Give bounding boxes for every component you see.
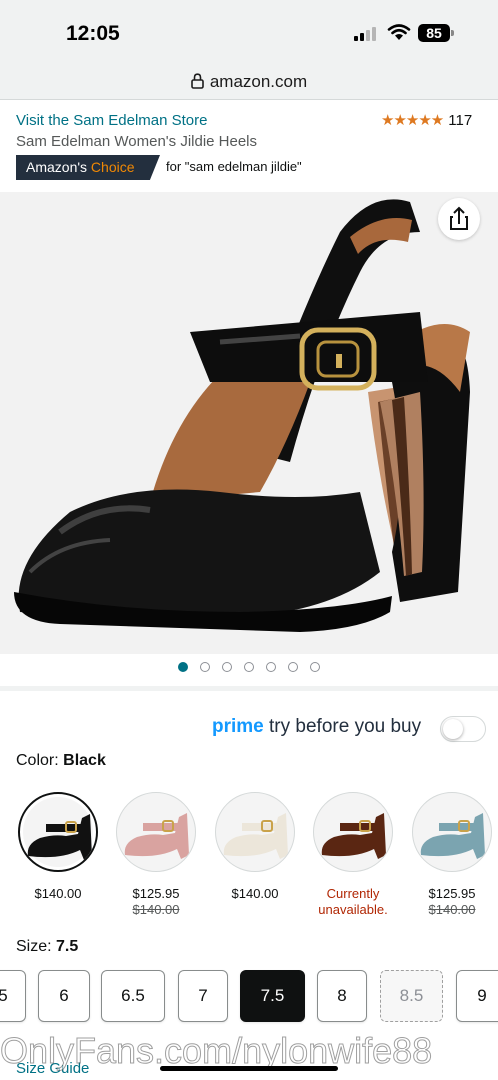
product-image <box>14 199 470 632</box>
store-link[interactable]: Visit the Sam Edelman Store <box>16 112 207 129</box>
status-bar: 12:05 85 <box>0 0 498 60</box>
battery-icon: 85 <box>418 24 450 42</box>
color-swatch-brown[interactable] <box>313 792 393 872</box>
size-option-7[interactable]: 7 <box>178 970 228 1022</box>
share-button[interactable] <box>438 198 480 240</box>
gallery-dot[interactable] <box>200 662 210 672</box>
share-icon <box>450 206 468 230</box>
size-option-8-5[interactable]: 8.5 <box>380 970 443 1022</box>
list-price: $140.00 <box>428 902 476 917</box>
home-indicator[interactable] <box>160 1066 338 1071</box>
badge-text: Amazon's Choice <box>26 159 135 175</box>
size-option-6[interactable]: 6 <box>38 970 90 1022</box>
price-value: $140.00 <box>34 886 82 901</box>
lock-icon <box>191 73 204 89</box>
url-text: amazon.com <box>209 72 308 91</box>
shoe-thumbnail <box>124 813 189 859</box>
badge-choice: Choice <box>90 159 135 175</box>
toggle-knob <box>443 719 463 739</box>
color-label: Color: Black <box>16 752 106 770</box>
size-option-9[interactable]: 9 <box>456 970 498 1022</box>
browser-url-bar[interactable]: amazon.com <box>0 60 498 100</box>
product-image-gallery[interactable] <box>0 192 498 654</box>
color-swatch-pink[interactable] <box>116 792 196 872</box>
clock: 12:05 <box>66 22 120 45</box>
gallery-dot[interactable] <box>244 662 254 672</box>
section-divider <box>0 686 498 691</box>
size-label-text: Size: <box>16 938 52 955</box>
list-price: $140.00 <box>132 902 180 917</box>
prime-try-toggle[interactable] <box>440 716 486 742</box>
rating-summary[interactable]: ★★★★★ 117 <box>381 111 472 129</box>
shoe-thumbnail <box>27 814 92 860</box>
size-option-6-5[interactable]: 6.5 <box>101 970 165 1022</box>
gallery-pagination <box>0 662 498 672</box>
price-value: Currently unavailable. <box>318 886 388 917</box>
size-label: Size: 7.5 <box>16 938 78 956</box>
prime-try-before-you-buy: prime try before you buy <box>212 716 421 738</box>
gallery-dot[interactable] <box>178 662 188 672</box>
product-title: Sam Edelman Women's Jildie Heels <box>16 133 258 150</box>
price-value: $140.00 <box>231 886 279 901</box>
color-swatch-blue[interactable] <box>412 792 492 872</box>
shoe-thumbnail <box>223 813 288 859</box>
url-display[interactable]: amazon.com <box>0 72 498 92</box>
color-price-black: $140.00 <box>8 886 108 902</box>
rating-count: 117 <box>448 112 473 129</box>
battery-tip <box>451 30 454 36</box>
size-option-7-5[interactable]: 7.5 <box>240 970 305 1022</box>
star-rating-icon: ★★★★★ <box>381 112 444 129</box>
size-option-5[interactable]: 5 <box>0 970 26 1022</box>
color-label-text: Color: <box>16 752 59 769</box>
gallery-dot[interactable] <box>288 662 298 672</box>
color-price-brown: Currently unavailable. <box>303 886 403 918</box>
gallery-dot[interactable] <box>310 662 320 672</box>
shoe-thumbnail <box>420 813 485 859</box>
color-price-pink: $125.95 $140.00 <box>106 886 206 918</box>
gallery-dot[interactable] <box>266 662 276 672</box>
price-value: $125.95 <box>132 886 180 901</box>
prime-logo: prime <box>212 716 264 737</box>
wifi-icon <box>387 24 411 40</box>
color-price-blue: $125.95 $140.00 <box>402 886 498 918</box>
amazons-choice-badge: Amazon's Choice <box>16 155 160 180</box>
shoe-thumbnail <box>321 813 386 859</box>
color-swatch-ivory[interactable] <box>215 792 295 872</box>
selected-size: 7.5 <box>56 938 79 955</box>
gallery-dot[interactable] <box>222 662 232 672</box>
selected-color: Black <box>63 752 106 769</box>
badge-prefix: Amazon's <box>26 159 88 175</box>
color-swatch-black[interactable] <box>18 792 98 872</box>
size-option-8[interactable]: 8 <box>317 970 367 1022</box>
prime-tagline: try before you buy <box>269 716 422 737</box>
color-price-ivory: $140.00 <box>205 886 305 902</box>
badge-keyword: for "sam edelman jildie" <box>166 159 302 174</box>
price-value: $125.95 <box>428 886 476 901</box>
cellular-signal-icon <box>354 27 378 41</box>
